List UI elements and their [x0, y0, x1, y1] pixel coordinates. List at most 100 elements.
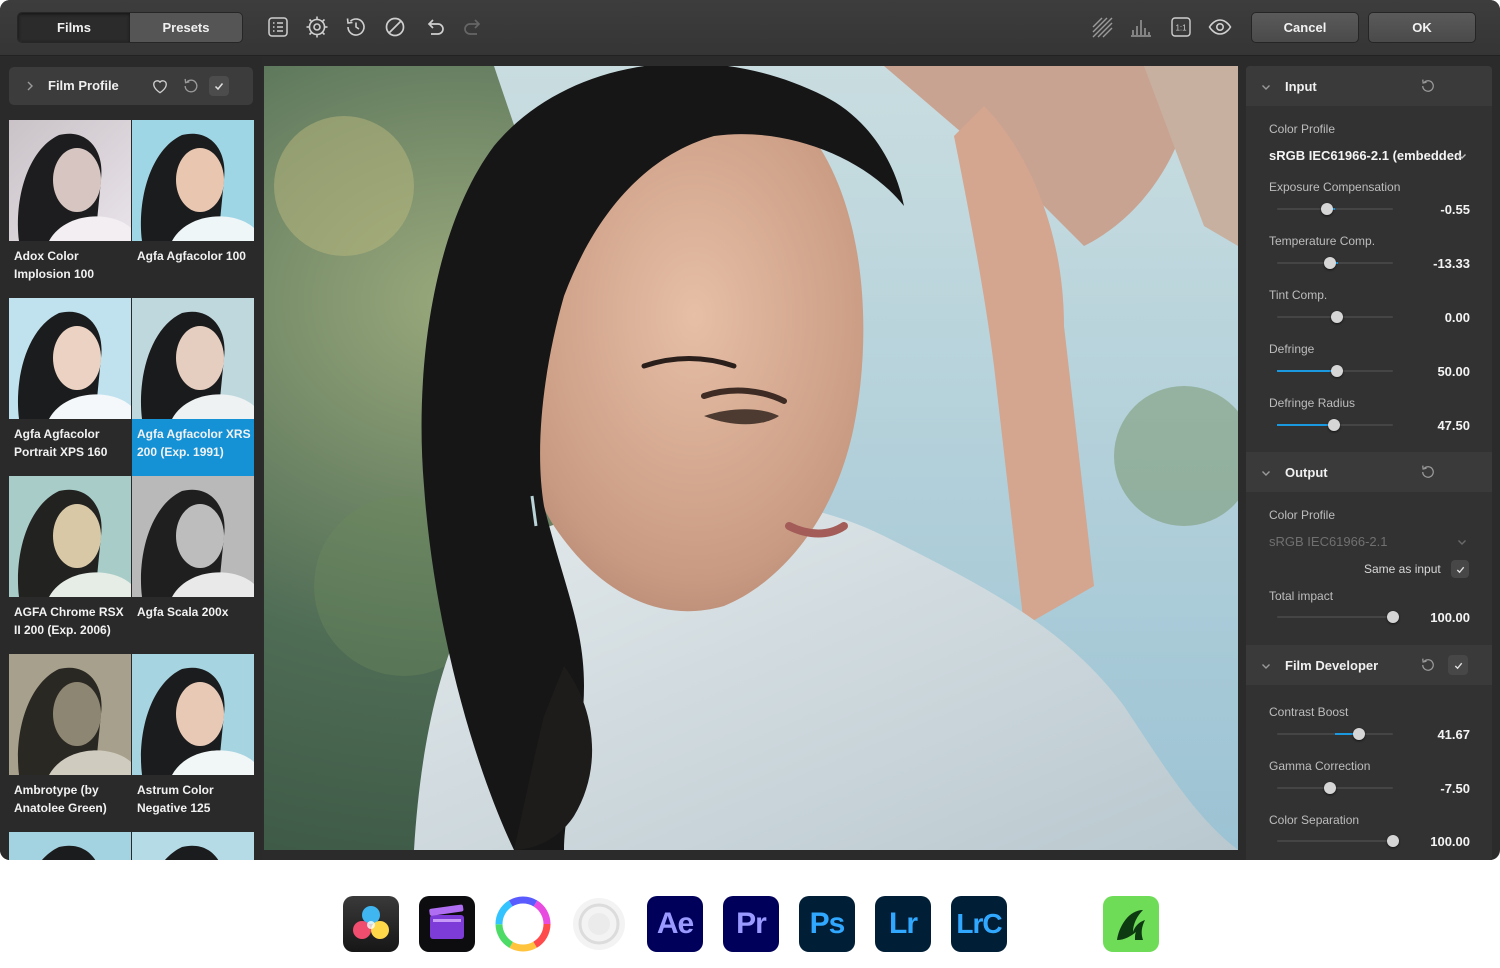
input-color-profile-select[interactable]: sRGB IEC61966-2.1 (embedded	[1269, 148, 1462, 163]
film-item-label: Ambrotype (by Anatolee Green)	[14, 783, 107, 815]
after-effects-icon: Ae	[647, 896, 703, 952]
film-item-label: Agfa Scala 200x	[137, 605, 229, 619]
slider-knob[interactable]	[1353, 728, 1365, 740]
film-item-partial[interactable]	[9, 832, 131, 860]
film-item-agfa-chrome-rsx-ii-200[interactable]: AGFA Chrome RSX II 200 (Exp. 2006)	[9, 476, 131, 654]
defringe-radius-value[interactable]: 47.50	[1437, 418, 1470, 433]
film-profile-title: Film Profile	[48, 78, 119, 93]
total-impact-value[interactable]: 100.00	[1430, 610, 1470, 625]
slider-knob[interactable]	[1324, 782, 1336, 794]
color-separation-slider[interactable]	[1277, 835, 1399, 847]
color-separation-value[interactable]: 100.00	[1430, 834, 1470, 849]
settings-gear-icon[interactable]	[304, 14, 330, 40]
ok-button[interactable]: OK	[1368, 12, 1476, 43]
film-developer-section-title: Film Developer	[1285, 658, 1379, 673]
reset-icon[interactable]	[1419, 77, 1437, 95]
slider-knob[interactable]	[1324, 257, 1336, 269]
undo-icon[interactable]	[421, 14, 447, 40]
same-as-input-label: Same as input	[1364, 562, 1441, 576]
defringe-radius-label: Defringe Radius	[1269, 396, 1356, 410]
tab-presets[interactable]: Presets	[130, 13, 242, 42]
film-item-ambrotype[interactable]: Ambrotype (by Anatolee Green)	[9, 654, 131, 832]
slider-knob[interactable]	[1387, 835, 1399, 847]
chevron-down-icon[interactable]	[1260, 467, 1272, 479]
history-icon[interactable]	[343, 14, 369, 40]
favorite-heart-icon[interactable]	[150, 76, 170, 96]
gamma-correction-slider[interactable]	[1277, 782, 1393, 794]
histogram-icon[interactable]	[1128, 14, 1154, 40]
output-section-header[interactable]: Output	[1246, 452, 1492, 492]
film-item-agfa-agfacolor-xrs-200[interactable]: Agfa Agfacolor XRS 200 (Exp. 1991)	[132, 298, 254, 476]
output-color-profile-select[interactable]: sRGB IEC61966-2.1	[1269, 534, 1388, 549]
chevron-down-icon[interactable]	[1456, 536, 1468, 548]
premiere-pro-icon: Pr	[723, 896, 779, 952]
film-item-astrum-color-negative-125[interactable]: Astrum Color Negative 125	[132, 654, 254, 832]
film-thumbnail	[9, 476, 131, 597]
film-thumbnail	[132, 832, 254, 860]
total-impact-slider[interactable]	[1277, 611, 1399, 623]
temperature-comp-slider[interactable]	[1277, 257, 1393, 269]
false-color-icon[interactable]	[1089, 14, 1115, 40]
same-as-input-checkbox[interactable]	[1451, 560, 1469, 578]
film-item-agfa-agfacolor-100[interactable]: Agfa Agfacolor 100	[132, 120, 254, 298]
actual-size-icon[interactable]: 1:1	[1168, 14, 1194, 40]
film-item-adox-color-implosion-100[interactable]: Adox Color Implosion 100	[9, 120, 131, 298]
cancel-button[interactable]: Cancel	[1251, 12, 1359, 43]
film-item-partial[interactable]	[132, 832, 254, 860]
portrait-photo	[264, 66, 1238, 850]
color-separation-label: Color Separation	[1269, 813, 1360, 827]
chevron-down-icon[interactable]	[1456, 150, 1468, 162]
film-item-agfa-scala-200x[interactable]: Agfa Scala 200x	[132, 476, 254, 654]
chevron-down-icon[interactable]	[1260, 660, 1272, 672]
film-developer-toggle[interactable]	[1448, 655, 1468, 675]
defringe-value[interactable]: 50.00	[1437, 364, 1470, 379]
slider-knob[interactable]	[1328, 419, 1340, 431]
film-thumbnail	[9, 298, 131, 419]
preview-eye-icon[interactable]	[1207, 14, 1233, 40]
exposure-compensation-value[interactable]: -0.55	[1440, 202, 1470, 217]
gamma-correction-value[interactable]: -7.50	[1440, 781, 1470, 796]
mode-segmented-control: Films Presets	[17, 12, 243, 43]
exposure-compensation-slider[interactable]	[1277, 203, 1393, 215]
image-preview[interactable]	[264, 66, 1238, 850]
contrast-boost-slider[interactable]	[1277, 728, 1393, 740]
tint-comp-label: Tint Comp.	[1269, 288, 1328, 302]
chevron-right-icon[interactable]	[23, 79, 37, 93]
slider-knob[interactable]	[1321, 203, 1333, 215]
film-profile-toggle[interactable]	[209, 76, 229, 96]
input-section-header[interactable]: Input	[1246, 66, 1492, 106]
film-item-label: Adox Color Implosion 100	[14, 249, 95, 281]
film-item-agfa-agfacolor-portrait-xps-160[interactable]: Agfa Agfacolor Portrait XPS 160	[9, 298, 131, 476]
redo-icon[interactable]	[461, 14, 487, 40]
bypass-icon[interactable]	[382, 14, 408, 40]
lightroom-classic-icon: LrC	[951, 896, 1007, 952]
film-thumbnail	[9, 654, 131, 775]
defringe-radius-slider[interactable]	[1277, 419, 1393, 431]
film-item-label: AGFA Chrome RSX II 200 (Exp. 2006)	[14, 605, 124, 637]
lightroom-icon: Lr	[875, 896, 931, 952]
contrast-boost-value[interactable]: 41.67	[1437, 727, 1470, 742]
reset-icon[interactable]	[181, 76, 201, 96]
check-icon	[1456, 566, 1464, 573]
tint-comp-slider[interactable]	[1277, 311, 1393, 323]
slider-knob[interactable]	[1331, 365, 1343, 377]
total-impact-label: Total impact	[1269, 589, 1334, 603]
film-developer-section-header[interactable]: Film Developer	[1246, 645, 1492, 685]
reset-icon[interactable]	[1419, 463, 1437, 481]
slider-knob[interactable]	[1331, 311, 1343, 323]
tint-comp-value[interactable]: 0.00	[1445, 310, 1470, 325]
film-profile-header[interactable]: Film Profile	[9, 67, 253, 105]
tab-films[interactable]: Films	[18, 13, 130, 42]
film-thumbnail	[132, 654, 254, 775]
temperature-comp-value[interactable]: -13.33	[1433, 256, 1470, 271]
film-list-icon[interactable]	[265, 14, 291, 40]
contrast-boost-label: Contrast Boost	[1269, 705, 1349, 719]
final-cut-icon	[419, 896, 475, 952]
reset-icon[interactable]	[1419, 656, 1437, 674]
slider-knob[interactable]	[1387, 611, 1399, 623]
input-section-title: Input	[1285, 79, 1317, 94]
defringe-slider[interactable]	[1277, 365, 1393, 377]
film-thumbnail	[132, 120, 254, 241]
actual-size-label: 1:1	[1175, 24, 1187, 33]
chevron-down-icon[interactable]	[1260, 81, 1272, 93]
